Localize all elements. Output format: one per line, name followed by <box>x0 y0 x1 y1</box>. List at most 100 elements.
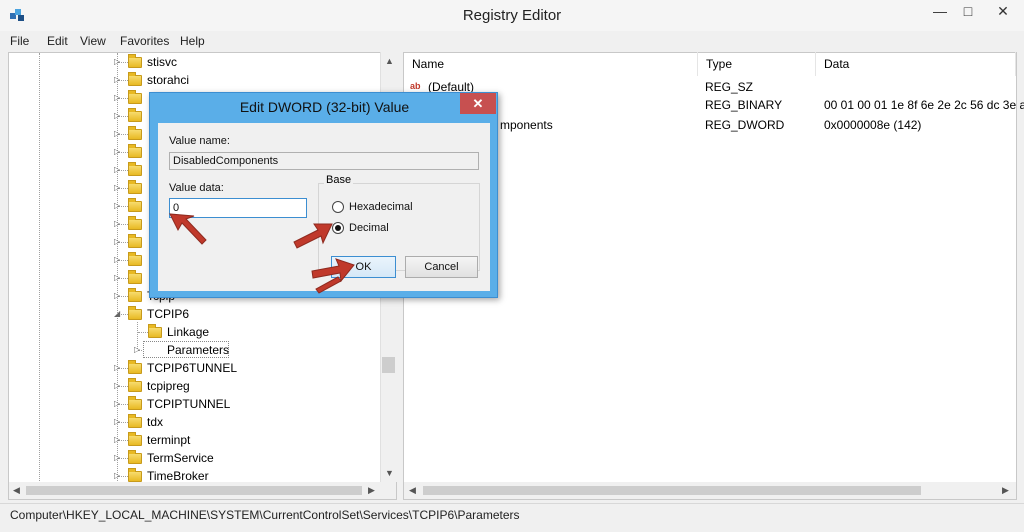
value-type: REG_DWORD <box>705 118 785 132</box>
tree-item[interactable]: ◢ TCPIP6 <box>0 305 380 323</box>
tree-item[interactable]: ▷ Parameters <box>0 341 380 359</box>
tree-item[interactable]: ▷ tcpipreg <box>0 377 380 395</box>
dialog-close-button[interactable]: ✕ <box>460 93 496 114</box>
expand-arrow-icon[interactable]: ▷ <box>114 71 120 89</box>
value-data: 00 01 00 01 1e 8f 6e 2e 2c 56 dc 3e ae <box>824 98 1024 112</box>
column-header-type[interactable]: Type <box>698 52 816 76</box>
folder-icon <box>128 396 142 410</box>
expand-arrow-icon[interactable]: ▷ <box>114 53 120 71</box>
tree-item[interactable]: ▷ stisvc <box>0 53 380 71</box>
value-name-field: DisabledComponents <box>169 152 479 170</box>
column-header-name[interactable]: Name <box>404 52 698 76</box>
tree-item[interactable]: ▷ TCPIPTUNNEL <box>0 395 380 413</box>
folder-icon <box>128 360 142 374</box>
menu-file[interactable]: File <box>10 34 29 48</box>
folder-icon <box>128 90 142 104</box>
minimize-button[interactable]: — <box>926 0 954 22</box>
expand-arrow-icon[interactable]: ▷ <box>114 197 120 215</box>
tree-item-label: Parameters <box>167 343 230 357</box>
expand-arrow-icon[interactable]: ▷ <box>114 125 120 143</box>
folder-icon <box>128 216 142 230</box>
tree-item[interactable]: ▷ storahci <box>0 71 380 89</box>
tree-item-label: tcpipreg <box>147 379 190 393</box>
menu-help[interactable]: Help <box>180 34 205 48</box>
expand-arrow-icon[interactable]: ▷ <box>114 215 120 233</box>
expand-arrow-icon[interactable]: ▷ <box>114 287 120 305</box>
tree-item[interactable]: Linkage <box>0 323 380 341</box>
dialog-title: Edit DWORD (32-bit) Value <box>239 99 410 115</box>
menu-edit[interactable]: Edit <box>47 34 68 48</box>
folder-icon <box>128 468 142 482</box>
tree-item-label: storahci <box>147 73 190 87</box>
scroll-left-icon[interactable]: ◀ <box>409 485 416 496</box>
status-bar-path: Computer\HKEY_LOCAL_MACHINE\SYSTEM\Curre… <box>0 503 1024 525</box>
value-name[interactable]: mponents <box>500 116 553 134</box>
list-hscroll-thumb[interactable] <box>423 486 921 495</box>
expand-arrow-icon[interactable]: ▷ <box>134 341 140 359</box>
folder-icon <box>148 324 162 338</box>
annotation-arrow-icon <box>311 258 355 294</box>
expand-arrow-icon[interactable]: ▷ <box>114 359 120 377</box>
expand-arrow-icon[interactable]: ▷ <box>114 449 120 467</box>
folder-icon <box>128 414 142 428</box>
tree-item[interactable]: ▷ tdx <box>0 413 380 431</box>
expand-arrow-icon[interactable]: ▷ <box>114 89 120 107</box>
expand-arrow-icon[interactable]: ▷ <box>114 143 120 161</box>
folder-icon <box>128 126 142 140</box>
tree-item[interactable]: ▷ TermService <box>0 449 380 467</box>
scroll-down-icon[interactable]: ▼ <box>385 468 394 478</box>
tree-item[interactable]: ▷ terminpt <box>0 431 380 449</box>
folder-icon <box>128 162 142 176</box>
expand-arrow-icon[interactable]: ▷ <box>114 413 120 431</box>
tree-item-label: Linkage <box>167 325 210 339</box>
value-type: REG_SZ <box>705 80 754 94</box>
decimal-label[interactable]: Decimal <box>349 222 389 234</box>
expand-arrow-icon[interactable]: ▷ <box>114 233 120 251</box>
expand-arrow-icon[interactable]: ▷ <box>114 395 120 413</box>
cancel-button[interactable]: Cancel <box>405 256 478 278</box>
folder-icon <box>128 270 142 284</box>
column-header-data[interactable]: Data <box>816 52 1016 76</box>
folder-icon <box>128 378 142 392</box>
folder-icon <box>128 288 142 302</box>
title-bar: Registry Editor — □ ✕ <box>0 0 1024 31</box>
tree-item-label: TermService <box>147 451 214 465</box>
folder-icon <box>128 234 142 248</box>
menu-favorites[interactable]: Favorites <box>120 34 169 48</box>
tree-item-label: terminpt <box>147 433 191 447</box>
folder-icon <box>128 198 142 212</box>
expand-arrow-icon[interactable]: ▷ <box>114 377 120 395</box>
folder-icon <box>128 432 142 446</box>
menu-bar: File Edit View Favorites Help <box>0 31 1024 51</box>
expand-arrow-icon[interactable]: ▷ <box>114 431 120 449</box>
value-name-label: Value name: <box>169 135 230 147</box>
tree-scroll-thumb[interactable] <box>382 357 395 373</box>
scroll-right-icon[interactable]: ▶ <box>1002 485 1009 496</box>
folder-icon <box>128 72 142 86</box>
collapse-arrow-icon[interactable]: ◢ <box>114 305 120 323</box>
scroll-up-icon[interactable]: ▲ <box>385 56 394 66</box>
folder-icon <box>128 180 142 194</box>
hexadecimal-label[interactable]: Hexadecimal <box>349 201 413 213</box>
folder-icon <box>128 54 142 68</box>
value-data-label: Value data: <box>169 182 224 194</box>
value-data: 0x0000008e (142) <box>824 118 922 132</box>
folder-icon <box>128 306 142 320</box>
tree-hscroll-thumb[interactable] <box>26 486 362 495</box>
tree-item[interactable]: ▷ TCPIP6TUNNEL <box>0 359 380 377</box>
hexadecimal-radio[interactable] <box>332 201 344 213</box>
expand-arrow-icon[interactable]: ▷ <box>114 179 120 197</box>
close-window-button[interactable]: ✕ <box>983 0 1023 22</box>
tree-item-label: stisvc <box>147 55 177 69</box>
maximize-button[interactable]: □ <box>954 0 982 22</box>
annotation-arrow-icon <box>293 223 333 249</box>
expand-arrow-icon[interactable]: ▷ <box>114 107 120 125</box>
scroll-left-icon[interactable]: ◀ <box>13 485 20 496</box>
menu-view[interactable]: View <box>80 34 106 48</box>
expand-arrow-icon[interactable]: ▷ <box>114 161 120 179</box>
expand-arrow-icon[interactable]: ▷ <box>114 269 120 287</box>
scroll-right-icon[interactable]: ▶ <box>368 485 375 496</box>
folder-icon <box>128 252 142 266</box>
base-label: Base <box>324 174 354 186</box>
expand-arrow-icon[interactable]: ▷ <box>114 251 120 269</box>
